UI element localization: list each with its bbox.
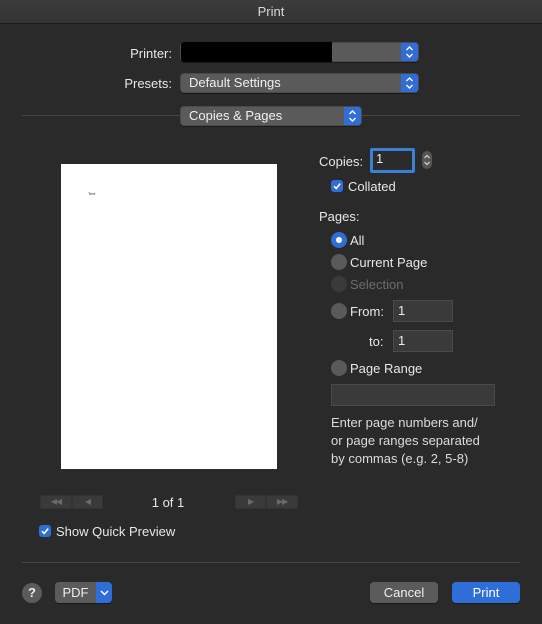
print-preview-page <box>61 164 277 469</box>
pdf-menu-button[interactable] <box>96 582 112 603</box>
chevron-down-icon <box>100 590 109 596</box>
copies-field[interactable]: 1 <box>370 148 415 173</box>
stepper-icon <box>424 154 430 166</box>
pages-current-radio[interactable] <box>331 254 347 270</box>
show-quick-preview-label: Show Quick Preview <box>56 524 176 539</box>
collated-label: Collated <box>348 179 396 194</box>
section-value: Copies & Pages <box>189 108 283 123</box>
printer-chevron-icon <box>401 43 418 61</box>
page-range-field[interactable] <box>331 384 495 406</box>
copies-label: Copies: <box>319 154 364 169</box>
pdf-button[interactable]: PDF <box>55 582 96 603</box>
printer-label: Printer: <box>130 46 172 61</box>
presets-value: Default Settings <box>189 75 281 90</box>
pages-all-label: All <box>350 233 365 248</box>
first-page-button[interactable]: ◀◀ <box>40 495 72 509</box>
bottom-separator <box>22 562 520 563</box>
section-chevron-icon <box>344 107 361 125</box>
pages-from-radio[interactable] <box>331 303 347 319</box>
presets-popup[interactable]: Default Settings <box>180 73 419 93</box>
cancel-button[interactable]: Cancel <box>370 582 438 603</box>
checkmark-icon <box>41 528 49 535</box>
print-button[interactable]: Print <box>452 582 520 603</box>
help-button[interactable]: ? <box>22 583 42 603</box>
next-page-button[interactable]: ▶ <box>235 495 266 509</box>
window-title: Print <box>0 0 542 24</box>
page-indicator: 1 of 1 <box>151 495 185 510</box>
checkmark-icon <box>333 183 341 190</box>
show-quick-preview-checkbox[interactable] <box>39 525 51 537</box>
pages-from-field[interactable]: 1 <box>393 300 453 322</box>
pages-from-label: From: <box>350 304 384 319</box>
pages-all-radio[interactable] <box>331 232 347 248</box>
page-range-hint: Enter page numbers and/ or page ranges s… <box>331 415 480 466</box>
pages-label: Pages: <box>319 209 360 224</box>
pages-selection-radio <box>331 276 347 292</box>
section-popup[interactable]: Copies & Pages <box>180 106 362 126</box>
pages-selection-label: Selection <box>350 277 404 292</box>
collated-checkbox[interactable] <box>331 180 343 192</box>
previous-page-button[interactable]: ◀ <box>72 495 103 509</box>
copies-stepper[interactable] <box>422 151 432 169</box>
last-page-button[interactable]: ▶▶ <box>266 495 298 509</box>
presets-label: Presets: <box>124 76 172 91</box>
printer-redacted-name <box>181 42 332 62</box>
preview-page-text: Text <box>88 191 96 196</box>
pages-current-label: Current Page <box>350 255 428 270</box>
pages-to-field[interactable]: 1 <box>393 330 453 352</box>
pages-range-label: Page Range <box>350 361 423 376</box>
pages-to-label: to: <box>369 334 384 349</box>
presets-chevron-icon <box>401 74 418 92</box>
pages-range-radio[interactable] <box>331 360 347 376</box>
